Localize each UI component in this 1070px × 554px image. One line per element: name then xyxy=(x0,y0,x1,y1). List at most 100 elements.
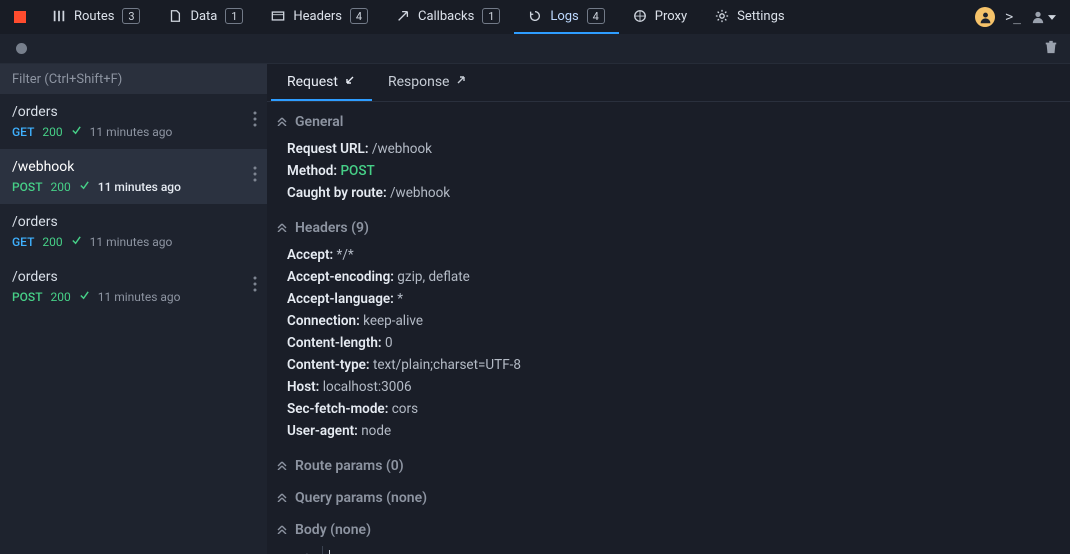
section-title: Headers (9) xyxy=(295,220,369,236)
command-prompt-icon[interactable]: >_ xyxy=(1005,10,1021,25)
log-status: 200 xyxy=(51,180,71,194)
log-method: POST xyxy=(12,290,43,304)
log-time: 11 minutes ago xyxy=(98,180,181,194)
log-menu-button[interactable] xyxy=(253,111,257,131)
filter-placeholder: Filter (Ctrl+Shift+F) xyxy=(12,72,122,87)
check-icon xyxy=(79,180,90,194)
nav-logs[interactable]: Logs 4 xyxy=(514,0,618,34)
tab-response[interactable]: Response xyxy=(372,64,484,101)
log-status: 200 xyxy=(51,290,71,304)
check-icon xyxy=(71,125,82,139)
collapse-icon xyxy=(277,490,287,506)
log-method: GET xyxy=(12,125,34,139)
kv-key: Accept: xyxy=(287,247,333,263)
user-menu[interactable] xyxy=(1031,10,1056,24)
detail-pane: Request Response General Request URL: /w… xyxy=(267,64,1070,554)
nav-settings[interactable]: Settings xyxy=(701,0,798,34)
log-item[interactable]: /orders GET 200 11 minutes ago xyxy=(0,204,267,259)
kv-value: keep-alive xyxy=(363,313,423,329)
kv-key: Host: xyxy=(287,379,319,395)
section-general-toggle[interactable]: General xyxy=(277,108,1062,134)
kv-key: Connection: xyxy=(287,313,360,329)
nav-badge: 4 xyxy=(350,8,368,24)
log-status: 200 xyxy=(42,125,62,139)
nav-label: Data xyxy=(190,9,217,24)
kv-value: gzip, deflate xyxy=(397,269,470,285)
logs-toolbar xyxy=(0,34,1070,64)
log-item[interactable]: /orders POST 200 11 minutes ago xyxy=(0,259,267,314)
nav-badge: 4 xyxy=(587,8,605,24)
section-title: General xyxy=(295,114,343,130)
kv-value: /webhook xyxy=(390,185,450,201)
kv-key: Request URL: xyxy=(287,141,369,157)
log-status: 200 xyxy=(42,235,62,249)
section-title: Body (none) xyxy=(295,522,371,538)
log-time: 11 minutes ago xyxy=(98,290,181,304)
kv-value: 0 xyxy=(385,335,393,351)
filter-input[interactable]: Filter (Ctrl+Shift+F) xyxy=(0,64,267,94)
logs-sidebar: Filter (Ctrl+Shift+F) /orders GET 200 11… xyxy=(0,64,267,554)
nav-proxy[interactable]: Proxy xyxy=(619,0,701,34)
section-headers-toggle[interactable]: Headers (9) xyxy=(277,214,1062,240)
section-title: Route params (0) xyxy=(295,458,404,474)
logs-icon xyxy=(528,9,542,23)
callbacks-icon xyxy=(396,9,410,23)
nav-label: Routes xyxy=(74,9,114,24)
record-stop-button[interactable] xyxy=(14,11,26,23)
kv-value: node xyxy=(361,423,391,439)
nav-routes[interactable]: Routes 3 xyxy=(38,0,154,34)
tab-request[interactable]: Request xyxy=(271,64,372,101)
log-menu-button[interactable] xyxy=(253,276,257,296)
kv-value: /webhook xyxy=(372,141,432,157)
kv-value: POST xyxy=(340,163,374,179)
nav-headers[interactable]: Headers 4 xyxy=(257,0,382,34)
nav-label: Logs xyxy=(550,9,578,24)
kv-value: * xyxy=(397,291,403,307)
section-body-toggle[interactable]: Body (none) xyxy=(277,516,1062,542)
kv-key: Method: xyxy=(287,163,337,179)
nav-label: Callbacks xyxy=(418,9,474,24)
tab-label: Request xyxy=(287,74,338,90)
nav-label: Headers xyxy=(293,9,342,24)
collapse-icon xyxy=(277,220,287,236)
kv-key: Caught by route: xyxy=(287,185,387,201)
nav-callbacks[interactable]: Callbacks 1 xyxy=(382,0,514,34)
body-editor[interactable]: 1 xyxy=(281,546,1062,554)
kv-value: cors xyxy=(392,401,418,417)
clear-logs-button[interactable] xyxy=(1044,40,1058,58)
kv-value: localhost:3006 xyxy=(323,379,412,395)
log-method: POST xyxy=(12,180,43,194)
log-method: GET xyxy=(12,235,34,249)
check-icon xyxy=(71,235,82,249)
log-time: 11 minutes ago xyxy=(90,125,173,139)
collapse-icon xyxy=(277,458,287,474)
kv-key: Sec-fetch-mode: xyxy=(287,401,388,417)
section-query-params-toggle[interactable]: Query params (none) xyxy=(277,484,1062,510)
status-dot xyxy=(16,43,27,54)
nav-label: Proxy xyxy=(655,9,687,24)
log-menu-button[interactable] xyxy=(253,166,257,186)
collapse-icon xyxy=(277,522,287,538)
log-item[interactable]: /webhook POST 200 11 minutes ago xyxy=(0,149,267,204)
nav-badge: 1 xyxy=(225,8,243,24)
nav-badge: 1 xyxy=(482,8,500,24)
detail-tabs: Request Response xyxy=(267,64,1070,102)
kv-value: */* xyxy=(337,247,354,263)
tab-label: Response xyxy=(388,74,450,90)
proxy-icon xyxy=(633,9,647,23)
editor-cursor xyxy=(329,550,330,554)
kv-key: Content-type: xyxy=(287,357,370,373)
log-path: /orders xyxy=(12,214,255,230)
log-path: /orders xyxy=(12,104,255,120)
kv-value: text/plain;charset=UTF-8 xyxy=(373,357,521,373)
check-icon xyxy=(79,290,90,304)
top-nav: Routes 3 Data 1 Headers 4 Callbacks 1 Lo… xyxy=(0,0,1070,34)
section-route-params-toggle[interactable]: Route params (0) xyxy=(277,452,1062,478)
log-path: /webhook xyxy=(12,159,255,175)
nav-data[interactable]: Data 1 xyxy=(154,0,257,34)
account-avatar[interactable] xyxy=(975,7,995,27)
nav-label: Settings xyxy=(737,9,784,24)
kv-key: Content-length: xyxy=(287,335,382,351)
headers-icon xyxy=(271,9,285,23)
log-item[interactable]: /orders GET 200 11 minutes ago xyxy=(0,94,267,149)
